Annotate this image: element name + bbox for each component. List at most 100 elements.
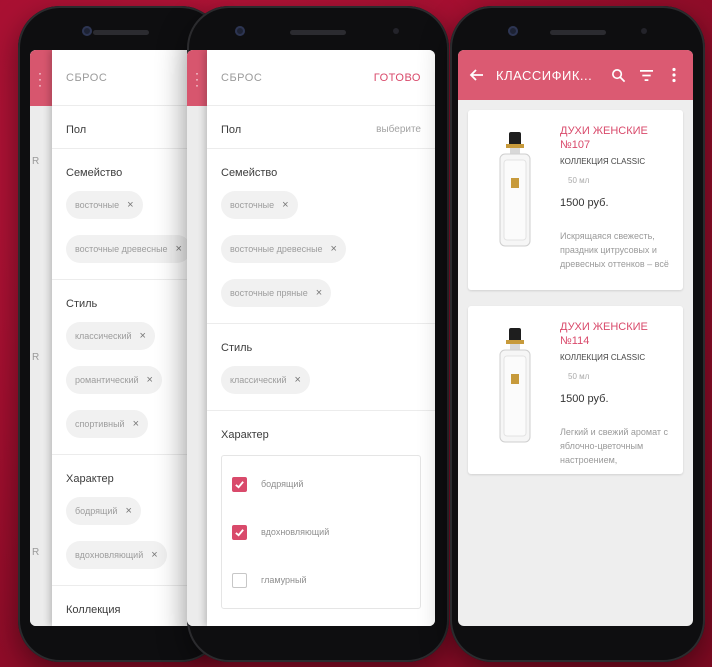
close-icon[interactable]: × (176, 243, 182, 255)
product-price: 1500 руб. (560, 393, 609, 405)
underlying-text: R (32, 156, 40, 167)
filter-panel: СБРОС ГОТОВО Пол выберите Семейство вост… (207, 50, 435, 626)
close-icon[interactable]: × (133, 418, 139, 430)
checkbox-label: гламурный (261, 575, 307, 585)
filter-chip[interactable]: классический × (66, 322, 155, 350)
checkmark-icon (235, 528, 244, 537)
checkbox-unchecked[interactable] (232, 572, 247, 588)
checkbox-option[interactable]: вдохновляющий (232, 508, 410, 556)
back-arrow-icon[interactable] (468, 66, 486, 84)
gender-select-value[interactable]: выберите (376, 116, 421, 144)
filter-chip[interactable]: романтический × (66, 366, 162, 394)
section-title-gender: Пол (66, 124, 87, 136)
section-title-style: Стиль (221, 342, 253, 354)
close-icon[interactable]: × (151, 549, 157, 561)
checkmark-icon (235, 480, 244, 489)
sensor-dot (641, 28, 647, 34)
close-icon[interactable]: × (331, 243, 337, 255)
close-icon[interactable]: × (316, 287, 322, 299)
checkbox-checked[interactable] (232, 524, 247, 540)
filter-chip[interactable]: бодрящий × (66, 497, 141, 525)
done-button[interactable]: ГОТОВО (374, 72, 421, 84)
section-title-character: Характер (66, 473, 114, 485)
product-price: 1500 руб. (560, 197, 609, 209)
product-description: Легкий и свежий аромат с яблочно-цветочн… (560, 427, 669, 465)
chip-label: бодрящий (75, 506, 118, 516)
more-vert-icon: · · · (38, 66, 42, 92)
front-camera-icon (82, 26, 92, 36)
section-title-character: Характер (221, 429, 269, 441)
product-card[interactable]: ДУХИ ЖЕНСКИЕ №114 КОЛЛЕКЦИЯ CLASSIC 50 м… (468, 306, 683, 474)
chip-label: классический (75, 331, 132, 341)
more-vert-icon[interactable] (665, 66, 683, 84)
product-volume: 50 мл (568, 176, 590, 185)
chip-label: восточные древесные (230, 244, 323, 254)
filter-chip[interactable]: восточные × (221, 191, 298, 219)
speaker-grille (549, 30, 606, 35)
underlying-appbar: · · · (187, 50, 207, 106)
chip-label: восточные (230, 200, 275, 210)
filter-chip[interactable]: восточные пряные × (221, 279, 332, 307)
filter-chip[interactable]: вдохновляющий × (66, 541, 167, 569)
filter-chip[interactable]: восточные × (66, 191, 143, 219)
product-volume: 50 мл (568, 372, 590, 381)
filter-screen-middle: · · · СБРОС ГОТОВО Пол выберите Семейство … (187, 50, 435, 626)
sensor-dot (393, 28, 399, 34)
catalog-screen: КЛАССИФИК... ДУХИ ЖЕНСКИЕ №107 КОЛЛЕКЦИЯ… (458, 50, 693, 626)
checkbox-option[interactable]: бодрящий (232, 460, 410, 508)
product-collection: КОЛЛЕКЦИЯ CLASSIC (560, 157, 646, 166)
product-name[interactable]: ДУХИ ЖЕНСКИЕ №107 (560, 124, 675, 152)
filter-header: СБРОС ГОТОВО (207, 50, 435, 106)
close-icon[interactable]: × (140, 330, 146, 342)
character-checklist: бодрящий вдохновляющий гламурный (221, 455, 421, 609)
filter-icon[interactable] (637, 66, 655, 84)
chip-label: романтический (75, 375, 139, 385)
underlying-text: R (32, 352, 40, 363)
chip-label: восточные древесные (75, 244, 168, 254)
app-bar: КЛАССИФИК... (458, 50, 693, 100)
filter-chip[interactable]: спортивный × (66, 410, 149, 438)
filter-section-gender[interactable]: Пол выберите (207, 106, 435, 149)
product-name[interactable]: ДУХИ ЖЕНСКИЕ №114 (560, 320, 675, 348)
section-title-gender: Пол (221, 124, 242, 136)
front-camera-icon (235, 26, 245, 36)
close-icon[interactable]: × (127, 199, 133, 211)
search-icon[interactable] (609, 66, 627, 84)
product-collection: КОЛЛЕКЦИЯ CLASSIC (560, 353, 646, 362)
product-description: Искрящаяся свежесть, праздник цитрусовых… (560, 231, 669, 269)
page-title: КЛАССИФИК... (496, 67, 593, 83)
checkbox-label: бодрящий (261, 479, 304, 489)
reset-button[interactable]: СБРОС (221, 72, 262, 84)
section-title-style: Стиль (66, 298, 98, 310)
close-icon[interactable]: × (125, 505, 131, 517)
chip-label: спортивный (75, 419, 125, 429)
speaker-grille (92, 30, 149, 35)
perfume-bottle-icon (486, 322, 544, 452)
checkbox-checked[interactable] (232, 476, 247, 492)
close-icon[interactable]: × (295, 374, 301, 386)
more-vert-icon: · · · (195, 66, 199, 92)
filter-section-family: Семейство восточные × восточные древесные… (207, 149, 435, 324)
filter-chip[interactable]: восточные древесные × (221, 235, 346, 263)
section-title-collection: Коллекция (66, 604, 121, 616)
chip-label: вдохновляющий (75, 550, 144, 560)
chip-label: классический (230, 375, 287, 385)
phone-frame-right: КЛАССИФИК... ДУХИ ЖЕНСКИЕ №107 КОЛЛЕКЦИЯ… (450, 6, 705, 662)
front-camera-icon (508, 26, 518, 36)
product-card[interactable]: ДУХИ ЖЕНСКИЕ №107 КОЛЛЕКЦИЯ CLASSIC 50 м… (468, 110, 683, 290)
section-title-family: Семейство (66, 167, 123, 179)
close-icon[interactable]: × (147, 374, 153, 386)
chip-label: восточные пряные (230, 288, 308, 298)
underlying-appbar: · · · (30, 50, 52, 106)
close-icon[interactable]: × (282, 199, 288, 211)
filter-section-style: Стиль классический × (207, 324, 435, 411)
checkbox-option[interactable]: гламурный (232, 556, 410, 604)
section-title-family: Семейство (221, 167, 278, 179)
chip-label: восточные (75, 200, 120, 210)
filter-chip[interactable]: классический × (221, 366, 310, 394)
speaker-grille (290, 30, 346, 35)
perfume-bottle-icon (486, 126, 544, 256)
filter-chip[interactable]: восточные древесные × (66, 235, 191, 263)
reset-button[interactable]: СБРОС (66, 72, 107, 84)
underlying-text: R (32, 547, 40, 558)
